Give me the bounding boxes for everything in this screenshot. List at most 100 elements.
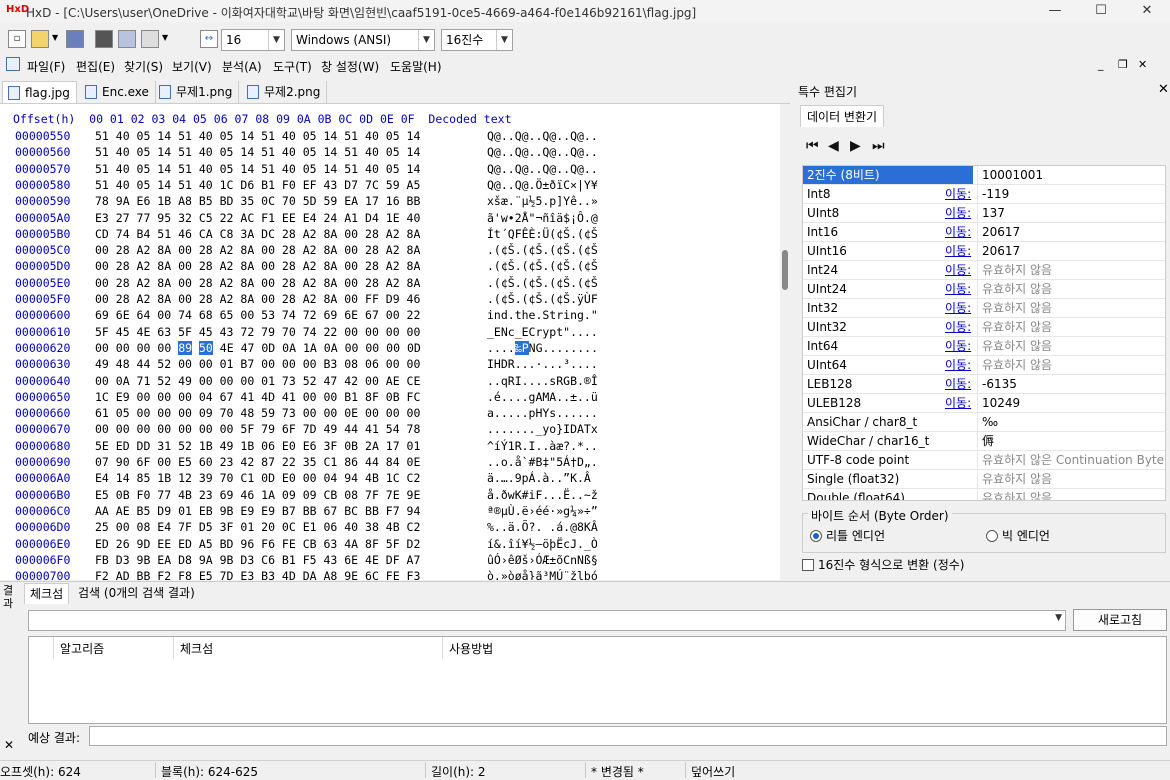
row-decoded-text[interactable]: IHDR...·...³....: [487, 356, 598, 372]
inspector-row[interactable]: UInt8 이동: 137: [803, 204, 1165, 223]
goto-link[interactable]: 이동:: [945, 356, 971, 374]
close-button[interactable]: ✕: [1124, 0, 1170, 22]
menu-find[interactable]: 찾기(S): [124, 58, 163, 75]
hex-byte[interactable]: 4E: [220, 341, 234, 355]
ram-dropdown-icon[interactable]: ▼: [162, 33, 168, 42]
hex-byte[interactable]: 00: [365, 341, 379, 355]
inspector-value[interactable]: 유효하지 않음: [977, 470, 1165, 488]
hex-byte[interactable]: 1A: [303, 341, 317, 355]
hex-byte[interactable]: 0A: [324, 341, 338, 355]
inspector-row[interactable]: Int8 이동: -119: [803, 185, 1165, 204]
decoded-char[interactable]: .: [487, 341, 494, 355]
row-decoded-text[interactable]: Q@..Q@..Q@..Q@..: [487, 128, 598, 144]
tab-flag-jpg[interactable]: flag.jpg: [2, 81, 77, 103]
row-decoded-text[interactable]: ..o.å`#B‡"5Á†D„.: [487, 454, 598, 470]
row-hex-bytes[interactable]: 51 40 05 14 51 40 05 14 51 40 05 14 51 4…: [95, 144, 420, 160]
decoded-char[interactable]: N: [529, 341, 536, 355]
row-hex-bytes[interactable]: 00 00 00 00 00 00 00 5F 79 6F 7D 49 44 4…: [95, 421, 420, 437]
menu-window[interactable]: 창 설정(W): [321, 58, 379, 75]
goto-link[interactable]: 이동:: [945, 185, 971, 203]
inspector-row[interactable]: WideChar / char16_t 傉: [803, 432, 1165, 451]
row-hex-bytes[interactable]: 00 00 00 00 89 50 4E 47 0D 0A 1A 0A 00 0…: [95, 340, 421, 356]
hex-byte[interactable]: 0A: [282, 341, 296, 355]
mdi-close-icon[interactable]: ✕: [1138, 58, 1147, 71]
goto-link[interactable]: 이동:: [945, 223, 971, 241]
row-decoded-text[interactable]: Q@..Q@.Ö±ðïC×|Y¥: [487, 177, 598, 193]
row-decoded-text[interactable]: å.ðwK#iF...Ë..~ž: [487, 487, 598, 503]
inspector-row[interactable]: ULEB128 이동: 10249: [803, 394, 1165, 413]
inspector-value[interactable]: 20617: [977, 242, 1165, 260]
inspector-row[interactable]: Int24 이동: 유효하지 않음: [803, 261, 1165, 280]
inspector-row[interactable]: UInt16 이동: 20617: [803, 242, 1165, 261]
inspector-value[interactable]: -6135: [977, 375, 1165, 393]
row-hex-bytes[interactable]: AA AE B5 D9 01 EB 9B E9 E9 B7 BB 67 BC B…: [95, 503, 420, 519]
inspector-row[interactable]: Double (float64) 유효하지 않음: [803, 489, 1165, 500]
expected-result-input[interactable]: [89, 726, 1167, 746]
row-decoded-text[interactable]: Q@..Q@..Q@..Q@..: [487, 144, 598, 160]
menu-tools[interactable]: 도구(T): [273, 58, 312, 75]
inspector-row[interactable]: AnsiChar / char8_t ‰: [803, 413, 1165, 432]
hex-byte[interactable]: 00: [137, 341, 151, 355]
row-decoded-text[interactable]: ^íÝ1R.I..àæ?.*..: [487, 438, 598, 454]
inspector-value[interactable]: 137: [977, 204, 1165, 222]
column-algorithm[interactable]: 알고리즘: [60, 640, 104, 657]
offset-base-select[interactable]: 16진수 ▼: [441, 29, 513, 51]
inspector-value[interactable]: 20617: [977, 223, 1165, 241]
hex-scrollbar[interactable]: [780, 104, 794, 580]
row-hex-bytes[interactable]: 61 05 00 00 00 09 70 48 59 73 00 00 0E 0…: [95, 405, 420, 421]
goto-link[interactable]: 이동:: [945, 204, 971, 222]
hex-byte[interactable]: 50: [198, 340, 213, 355]
goto-link[interactable]: 이동:: [945, 375, 971, 393]
big-endian-radio[interactable]: 빅 엔디언: [986, 527, 1050, 544]
row-decoded-text[interactable]: Q@..Q@..Q@..Q@..: [487, 161, 598, 177]
algorithm-select[interactable]: ▼: [28, 610, 1066, 631]
row-hex-bytes[interactable]: 00 28 A2 8A 00 28 A2 8A 00 28 A2 8A 00 F…: [95, 291, 420, 307]
row-decoded-text[interactable]: a.....pHYs......: [487, 405, 598, 421]
inspector-row[interactable]: UTF-8 code point 유효하지 않은 Continuation Byt…: [803, 451, 1165, 470]
goto-link[interactable]: 이동:: [945, 337, 971, 355]
open-dropdown-icon[interactable]: ▼: [52, 33, 58, 42]
row-hex-bytes[interactable]: 1C E9 00 00 00 04 67 41 4D 41 00 00 B1 8…: [95, 389, 420, 405]
next-icon[interactable]: ▶: [850, 138, 861, 154]
goto-link[interactable]: 이동:: [945, 261, 971, 279]
row-hex-bytes[interactable]: ED 26 9D EE ED A5 BD 96 F6 FE CB 63 4A 8…: [95, 536, 420, 552]
row-hex-bytes[interactable]: 51 40 05 14 51 40 1C D6 B1 F0 EF 43 D7 7…: [95, 177, 420, 193]
row-hex-bytes[interactable]: 51 40 05 14 51 40 05 14 51 40 05 14 51 4…: [95, 128, 420, 144]
row-hex-bytes[interactable]: 51 40 05 14 51 40 05 14 51 40 05 14 51 4…: [95, 161, 420, 177]
bytes-per-row-select[interactable]: 16 ▼: [221, 29, 285, 51]
maximize-button[interactable]: ☐: [1078, 0, 1124, 22]
row-decoded-text[interactable]: .(¢Š.(¢Š.(¢Š.ÿÙF: [487, 291, 598, 307]
row-decoded-text[interactable]: xšæ.¨µ½5.p]Yê..»: [487, 193, 598, 209]
hex-format-checkbox[interactable]: 16진수 형식으로 변환 (정수): [802, 556, 964, 573]
hex-byte[interactable]: 0D: [407, 341, 421, 355]
inspector-row[interactable]: Single (float32) 유효하지 않음: [803, 470, 1165, 489]
inspector-value[interactable]: 유효하지 않음: [977, 280, 1165, 298]
hex-byte[interactable]: 00: [386, 341, 400, 355]
decoded-char[interactable]: .: [591, 341, 598, 355]
inspector-row[interactable]: Int16 이동: 20617: [803, 223, 1165, 242]
inspector-row[interactable]: Int32 이동: 유효하지 않음: [803, 299, 1165, 318]
decoded-char[interactable]: .: [494, 341, 501, 355]
row-decoded-text[interactable]: .(¢Š.(¢Š.(¢Š.(¢Š: [487, 275, 598, 291]
panel-close-icon[interactable]: ✕: [1158, 82, 1169, 97]
inspector-value[interactable]: 유효하지 않은 Continuation Byte: [977, 451, 1165, 469]
results-close-icon[interactable]: ✕: [4, 738, 14, 752]
close-file-icon[interactable]: [95, 30, 113, 48]
inspector-value[interactable]: 傉: [977, 432, 1165, 450]
hex-scrollbar-thumb[interactable]: [782, 250, 788, 290]
goto-link[interactable]: 이동:: [945, 242, 971, 260]
row-hex-bytes[interactable]: E5 0B F0 77 4B 23 69 46 1A 09 09 CB 08 7…: [95, 487, 420, 503]
row-decoded-text[interactable]: .é....gAMA..±..ü: [487, 389, 598, 405]
last-icon[interactable]: ⏭: [872, 138, 885, 154]
menu-help[interactable]: 도움말(H): [390, 58, 442, 75]
inspector-value[interactable]: 유효하지 않음: [977, 489, 1165, 500]
row-hex-bytes[interactable]: 69 6E 64 00 74 68 65 00 53 74 72 69 6E 6…: [95, 307, 420, 323]
row-decoded-text[interactable]: ã'w•2Å"¬ñîä$¡Ô.@: [487, 210, 598, 226]
column-checksum[interactable]: 체크섬: [180, 640, 213, 657]
previous-icon[interactable]: ◀: [828, 138, 839, 154]
row-hex-bytes[interactable]: E3 27 77 95 32 C5 22 AC F1 EE E4 24 A1 D…: [95, 210, 420, 226]
row-hex-bytes[interactable]: E4 14 85 1B 12 39 70 C1 0D E0 00 04 94 4…: [95, 470, 420, 486]
hex-byte[interactable]: 00: [157, 341, 171, 355]
new-file-icon[interactable]: ▫: [8, 30, 26, 48]
inspector-value[interactable]: 유효하지 않음: [977, 356, 1165, 374]
